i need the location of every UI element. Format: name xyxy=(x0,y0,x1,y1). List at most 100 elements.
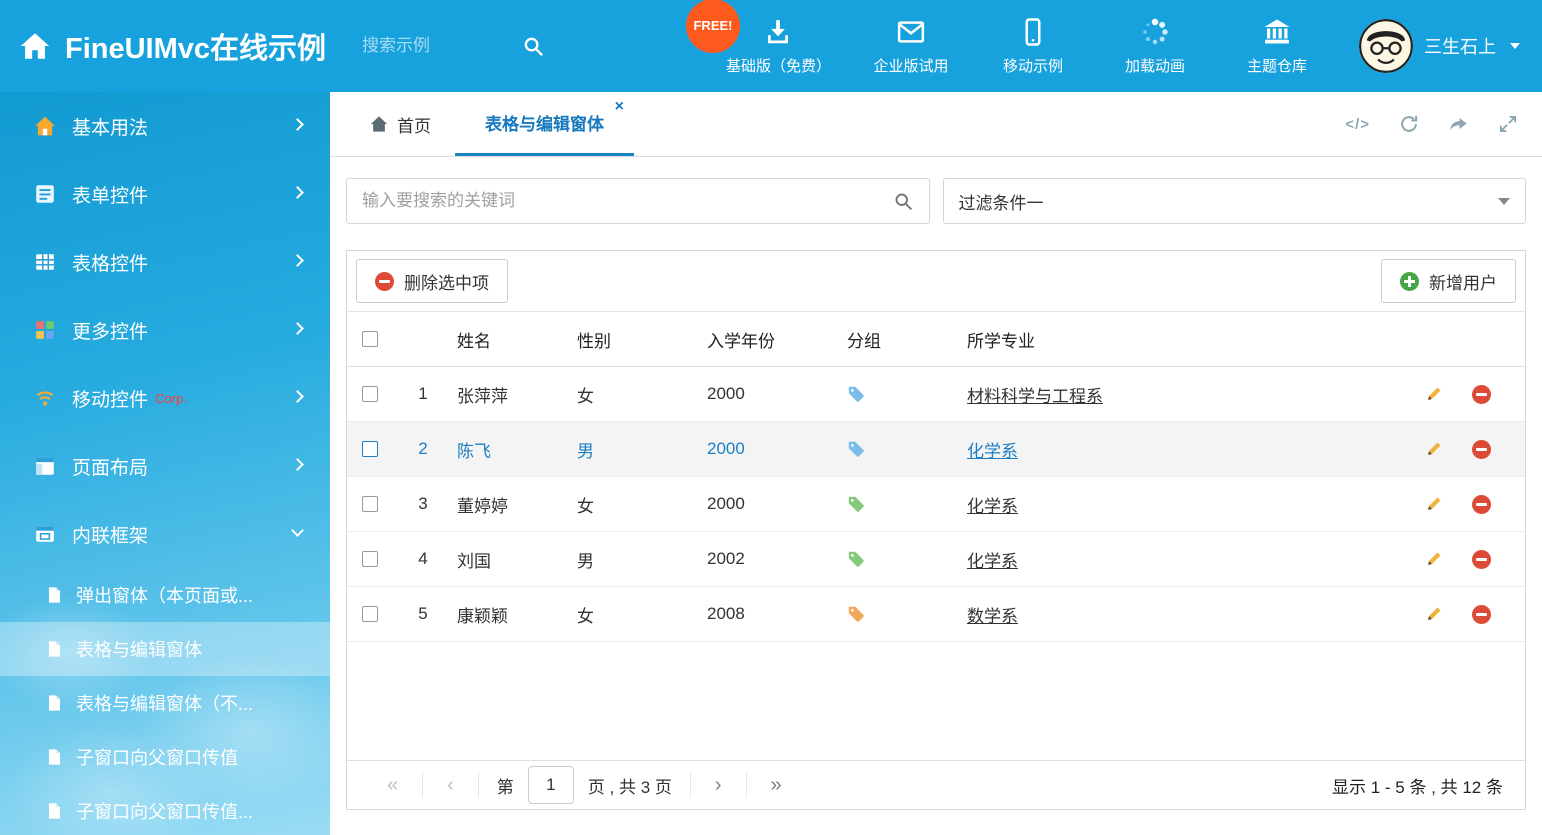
delete-icon[interactable] xyxy=(1472,440,1491,459)
row-checkbox[interactable] xyxy=(362,551,378,567)
sidebar-subitem-label: 子窗口向父窗口传值... xyxy=(76,798,253,824)
chevron-down-icon xyxy=(1498,198,1510,205)
row-checkbox[interactable] xyxy=(362,441,378,457)
free-badge: FREE! xyxy=(686,0,740,53)
nav-enterprise-trial[interactable]: 企业版试用 xyxy=(869,17,953,76)
table-row[interactable]: 5 康颖颖 女 2008 数学系 xyxy=(347,587,1525,642)
code-icon[interactable]: </> xyxy=(1345,116,1370,133)
delete-icon[interactable] xyxy=(1472,550,1491,569)
prev-page-button[interactable]: ‹ xyxy=(423,775,478,795)
table-row[interactable]: 1 张萍萍 女 2000 材料科学与工程系 xyxy=(347,367,1525,422)
tag-icon xyxy=(847,385,865,403)
mobile-icon xyxy=(1018,17,1048,47)
delete-icon[interactable] xyxy=(1472,495,1491,514)
table-row[interactable]: 4 刘国 男 2002 化学系 xyxy=(347,532,1525,587)
delete-icon[interactable] xyxy=(1472,605,1491,624)
corp-badge: Corp. xyxy=(155,391,187,406)
sidebar-item-mobile-controls[interactable]: 移动控件 Corp. xyxy=(0,364,330,432)
keyword-search-input[interactable] xyxy=(362,191,893,211)
column-header-gender[interactable]: 性别 xyxy=(573,327,703,352)
nav-mobile-demo[interactable]: 移动示例 xyxy=(991,17,1075,76)
column-header-group[interactable]: 分组 xyxy=(843,327,963,352)
close-icon[interactable]: × xyxy=(615,99,624,115)
sidebar-item-iframe[interactable]: 内联框架 xyxy=(0,500,330,568)
edit-icon[interactable] xyxy=(1424,549,1444,569)
app-logo[interactable]: FineUIMvc在线示例 xyxy=(18,25,326,67)
user-name: 三生石上 xyxy=(1424,33,1496,59)
next-page-button[interactable]: › xyxy=(691,775,746,795)
expand-icon[interactable] xyxy=(1498,114,1518,134)
row-checkbox[interactable] xyxy=(362,496,378,512)
cell-year: 2000 xyxy=(703,384,843,404)
header-nav: FREE! 基础版（免费） 企业版试用 移动示例 xyxy=(726,17,1319,76)
file-icon xyxy=(46,747,63,767)
cell-name: 康颖颖 xyxy=(453,602,573,627)
filter-row: 过滤条件一 xyxy=(346,178,1526,224)
sidebar-item-page-layout[interactable]: 页面布局 xyxy=(0,432,330,500)
add-user-button[interactable]: 新增用户 xyxy=(1381,259,1516,303)
first-page-button[interactable]: « xyxy=(363,775,422,795)
sidebar-item-basic-usage[interactable]: 基本用法 xyxy=(0,92,330,160)
cell-year: 2002 xyxy=(703,549,843,569)
sidebar-subitem-popup-window[interactable]: 弹出窗体（本页面或... xyxy=(0,568,330,622)
sidebar: 基本用法 表单控件 表格控件 更多控件 xyxy=(0,92,330,835)
tag-icon xyxy=(847,495,865,513)
nav-loading-animation[interactable]: 加载动画 xyxy=(1113,17,1197,76)
select-all-checkbox[interactable] xyxy=(362,331,378,347)
chevron-right-icon xyxy=(291,458,304,471)
nav-basic-free[interactable]: FREE! 基础版（免费） xyxy=(726,17,831,76)
nav-theme-store[interactable]: 主题仓库 xyxy=(1235,17,1319,76)
form-icon xyxy=(34,183,56,205)
row-checkbox[interactable] xyxy=(362,606,378,622)
last-page-button[interactable]: » xyxy=(747,775,806,795)
spinner-icon xyxy=(1140,17,1170,47)
chevron-right-icon xyxy=(291,186,304,199)
column-header-major[interactable]: 所学专业 xyxy=(963,327,1405,352)
grid: 姓名 性别 入学年份 分组 所学专业 1 张萍萍 女 2000 xyxy=(347,312,1525,760)
major-link[interactable]: 数学系 xyxy=(967,607,1018,626)
header-search-input[interactable] xyxy=(362,36,522,56)
sidebar-subitem-child-to-parent-2[interactable]: 子窗口向父窗口传值... xyxy=(0,784,330,835)
tab-label: 首页 xyxy=(397,112,431,137)
column-header-year[interactable]: 入学年份 xyxy=(703,327,843,352)
header: FineUIMvc在线示例 FREE! 基础版（免费） 企业版试用 xyxy=(0,0,1542,92)
sidebar-subitem-child-to-parent[interactable]: 子窗口向父窗口传值 xyxy=(0,730,330,784)
delete-selected-button[interactable]: 删除选中项 xyxy=(356,259,508,303)
sidebar-subitem-grid-edit-window-2[interactable]: 表格与编辑窗体（不... xyxy=(0,676,330,730)
nav-label: 移动示例 xyxy=(1003,55,1063,76)
page-number-input[interactable] xyxy=(528,766,574,804)
grid-panel: 删除选中项 新增用户 姓名 性别 入学年份 分组 xyxy=(346,250,1526,810)
tag-icon xyxy=(847,605,865,623)
major-link[interactable]: 材料科学与工程系 xyxy=(967,387,1103,406)
refresh-icon[interactable] xyxy=(1398,113,1420,135)
delete-icon[interactable] xyxy=(1472,385,1491,404)
column-header-name[interactable]: 姓名 xyxy=(453,327,573,352)
search-icon[interactable] xyxy=(522,35,545,58)
edit-icon[interactable] xyxy=(1424,604,1444,624)
tag-icon xyxy=(847,550,865,568)
sidebar-subitem-grid-edit-window[interactable]: 表格与编辑窗体 xyxy=(0,622,330,676)
edit-icon[interactable] xyxy=(1424,494,1444,514)
major-link[interactable]: 化学系 xyxy=(967,497,1018,516)
cell-name: 张萍萍 xyxy=(453,382,573,407)
table-row[interactable]: 2 陈飞 男 2000 化学系 xyxy=(347,422,1525,477)
sidebar-item-grid-controls[interactable]: 表格控件 xyxy=(0,228,330,296)
sidebar-item-form-controls[interactable]: 表单控件 xyxy=(0,160,330,228)
row-checkbox[interactable] xyxy=(362,386,378,402)
envelope-icon xyxy=(896,17,926,47)
cell-name: 董婷婷 xyxy=(453,492,573,517)
chevron-down-icon xyxy=(1510,43,1520,49)
tab-grid-edit-window[interactable]: 表格与编辑窗体 × xyxy=(455,92,634,156)
table-row[interactable]: 3 董婷婷 女 2000 化学系 xyxy=(347,477,1525,532)
filter-dropdown[interactable]: 过滤条件一 xyxy=(943,178,1527,224)
major-link[interactable]: 化学系 xyxy=(967,552,1018,571)
sidebar-item-more-controls[interactable]: 更多控件 xyxy=(0,296,330,364)
chevron-right-icon xyxy=(291,254,304,267)
major-link[interactable]: 化学系 xyxy=(967,442,1018,461)
tab-home[interactable]: 首页 xyxy=(346,92,455,156)
search-icon[interactable] xyxy=(893,191,914,212)
edit-icon[interactable] xyxy=(1424,439,1444,459)
user-menu[interactable]: 三生石上 xyxy=(1359,19,1520,73)
edit-icon[interactable] xyxy=(1424,384,1444,404)
forward-icon[interactable] xyxy=(1448,113,1470,135)
